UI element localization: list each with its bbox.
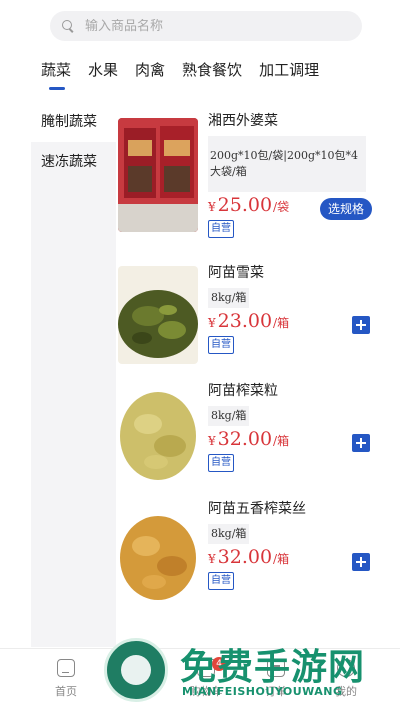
price-value: 25.00 — [217, 194, 273, 216]
price-unit: /箱 — [273, 434, 290, 448]
currency-symbol: ¥ — [208, 434, 216, 448]
product-image[interactable] — [118, 506, 198, 606]
currency-symbol: ¥ — [208, 316, 216, 330]
currency-symbol: ¥ — [208, 200, 216, 214]
product-spec: 8kg/箱 — [208, 406, 250, 426]
tab-fruits[interactable]: 水果 — [88, 58, 118, 90]
add-to-cart-icon[interactable] — [352, 553, 370, 571]
nav-home-label: 首页 — [55, 685, 77, 698]
tab-processed[interactable]: 加工调理 — [259, 58, 319, 90]
price-value: 23.00 — [217, 310, 273, 332]
subcategory-sidebar: 腌制蔬菜 速冻蔬菜 — [31, 102, 116, 647]
product-info: 阿苗五香榨菜丝 8kg/箱 ¥32.00/箱 自营 — [208, 498, 380, 590]
watermark-logo — [104, 638, 168, 702]
category-tabs: 蔬菜 水果 肉禽 熟食餐饮 加工调理 — [41, 58, 336, 90]
product-image-art — [118, 384, 198, 484]
watermark-title: 免费手游网 — [180, 647, 366, 688]
add-to-cart-icon[interactable] — [352, 316, 370, 334]
tab-vegetables[interactable]: 蔬菜 — [41, 58, 71, 90]
product-image-art — [118, 118, 198, 232]
choose-spec-button[interactable]: 选规格 — [319, 198, 372, 220]
product-name: 湘西外婆菜 — [208, 113, 278, 129]
sidebar-item-pickled[interactable]: 腌制蔬菜 — [31, 102, 116, 142]
product-card[interactable]: 阿苗雪菜 8kg/箱 ¥23.00/箱 自营 — [118, 262, 380, 372]
self-operated-badge: 自营 — [208, 572, 234, 590]
currency-symbol: ¥ — [208, 552, 216, 566]
product-name: 阿苗榨菜粒 — [208, 383, 278, 399]
product-spec: 200g*10包/袋|200g*10包*4大袋/箱 — [208, 136, 366, 192]
price-unit: /箱 — [273, 316, 290, 330]
sidebar-item-frozen[interactable]: 速冻蔬菜 — [31, 142, 116, 182]
home-icon — [57, 659, 75, 677]
self-operated-badge: 自营 — [208, 454, 234, 472]
product-card[interactable]: 阿苗榨菜粒 8kg/箱 ¥32.00/箱 自营 — [118, 380, 380, 490]
product-card[interactable]: 阿苗五香榨菜丝 8kg/箱 ¥32.00/箱 自营 — [118, 498, 380, 608]
add-to-cart-icon[interactable] — [352, 434, 370, 452]
tab-deli[interactable]: 熟食餐饮 — [182, 58, 242, 90]
price-value: 32.00 — [217, 428, 273, 450]
watermark-subtitle: MIANFEISHOUYOUWANG — [182, 685, 343, 698]
nav-home[interactable]: 首页 — [36, 655, 96, 699]
price-value: 32.00 — [217, 546, 273, 568]
price-unit: /箱 — [273, 552, 290, 566]
search-bar[interactable] — [50, 11, 362, 41]
search-input[interactable] — [85, 18, 335, 34]
product-name: 阿苗五香榨菜丝 — [208, 501, 306, 517]
self-operated-badge: 自营 — [208, 220, 234, 238]
product-spec: 8kg/箱 — [208, 524, 250, 544]
product-spec: 8kg/箱 — [208, 288, 250, 308]
tab-meat-poultry[interactable]: 肉禽 — [135, 58, 165, 90]
product-info: 阿苗榨菜粒 8kg/箱 ¥32.00/箱 自营 — [208, 380, 380, 472]
product-image[interactable] — [118, 266, 198, 364]
product-image-art — [118, 506, 198, 606]
product-image-art — [118, 266, 198, 364]
product-info: 阿苗雪菜 8kg/箱 ¥23.00/箱 自营 — [208, 262, 380, 354]
product-card[interactable]: 湘西外婆菜 200g*10包/袋|200g*10包*4大袋/箱 ¥25.00/袋… — [118, 110, 380, 240]
search-icon — [62, 19, 75, 33]
price-unit: /袋 — [273, 200, 290, 214]
self-operated-badge: 自营 — [208, 336, 234, 354]
product-image[interactable] — [118, 384, 198, 484]
product-name: 阿苗雪菜 — [208, 265, 264, 281]
product-image[interactable] — [118, 118, 198, 232]
